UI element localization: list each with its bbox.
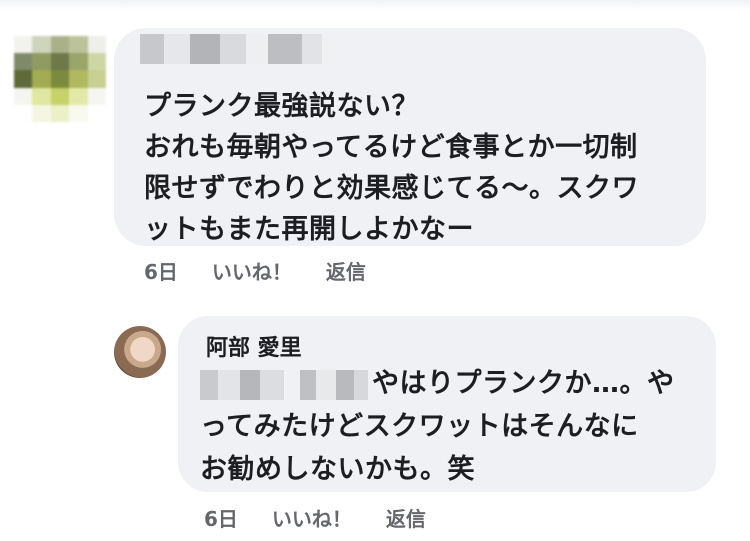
comment-timestamp[interactable]: 6日	[144, 260, 178, 284]
top-divider	[0, 0, 750, 10]
reply-like-button[interactable]: いいね！	[272, 507, 352, 531]
comment-text: プランク最強説ない？ おれも毎朝やってるけど食事とか一切制 限せずでわりと効果感…	[144, 86, 694, 250]
comment-line: ットもまた再開しよかなー	[144, 214, 474, 245]
comment-line: 限せずでわりと効果感じてる〜。スクワ	[144, 173, 639, 204]
mention-redacted[interactable]	[200, 369, 284, 400]
reply-author-name[interactable]: 阿部 愛里	[206, 330, 302, 362]
comment-line: プランク最強説ない？	[144, 91, 419, 122]
commenter-name-redacted[interactable]	[140, 34, 340, 64]
comment-actions: 6日 いいね！ 返信	[144, 256, 400, 285]
reply-line: ってみたけどスクワットはそんなに	[200, 411, 639, 442]
reply-author-avatar[interactable]	[114, 326, 166, 378]
comment-like-button[interactable]: いいね！	[212, 260, 292, 284]
commenter-avatar-blurred[interactable]	[14, 36, 106, 122]
reply-line: お勧めしないかも。笑	[200, 454, 475, 485]
reply-timestamp[interactable]: 6日	[204, 507, 238, 531]
reply-reply-button[interactable]: 返信	[386, 507, 426, 531]
reply-line: やはりプランクか…。や	[200, 362, 710, 405]
comment-reply-button[interactable]: 返信	[326, 260, 366, 284]
comment-line: おれも毎朝やってるけど食事とか一切制	[144, 132, 638, 163]
mention-redacted[interactable]	[300, 369, 368, 400]
reply-text: やはりプランクか…。や ってみたけどスクワットはそんなに お勧めしないかも。笑	[200, 362, 710, 491]
reply-actions: 6日 いいね！ 返信	[204, 503, 460, 532]
reply-line-text: やはりプランクか…。や	[372, 368, 675, 399]
